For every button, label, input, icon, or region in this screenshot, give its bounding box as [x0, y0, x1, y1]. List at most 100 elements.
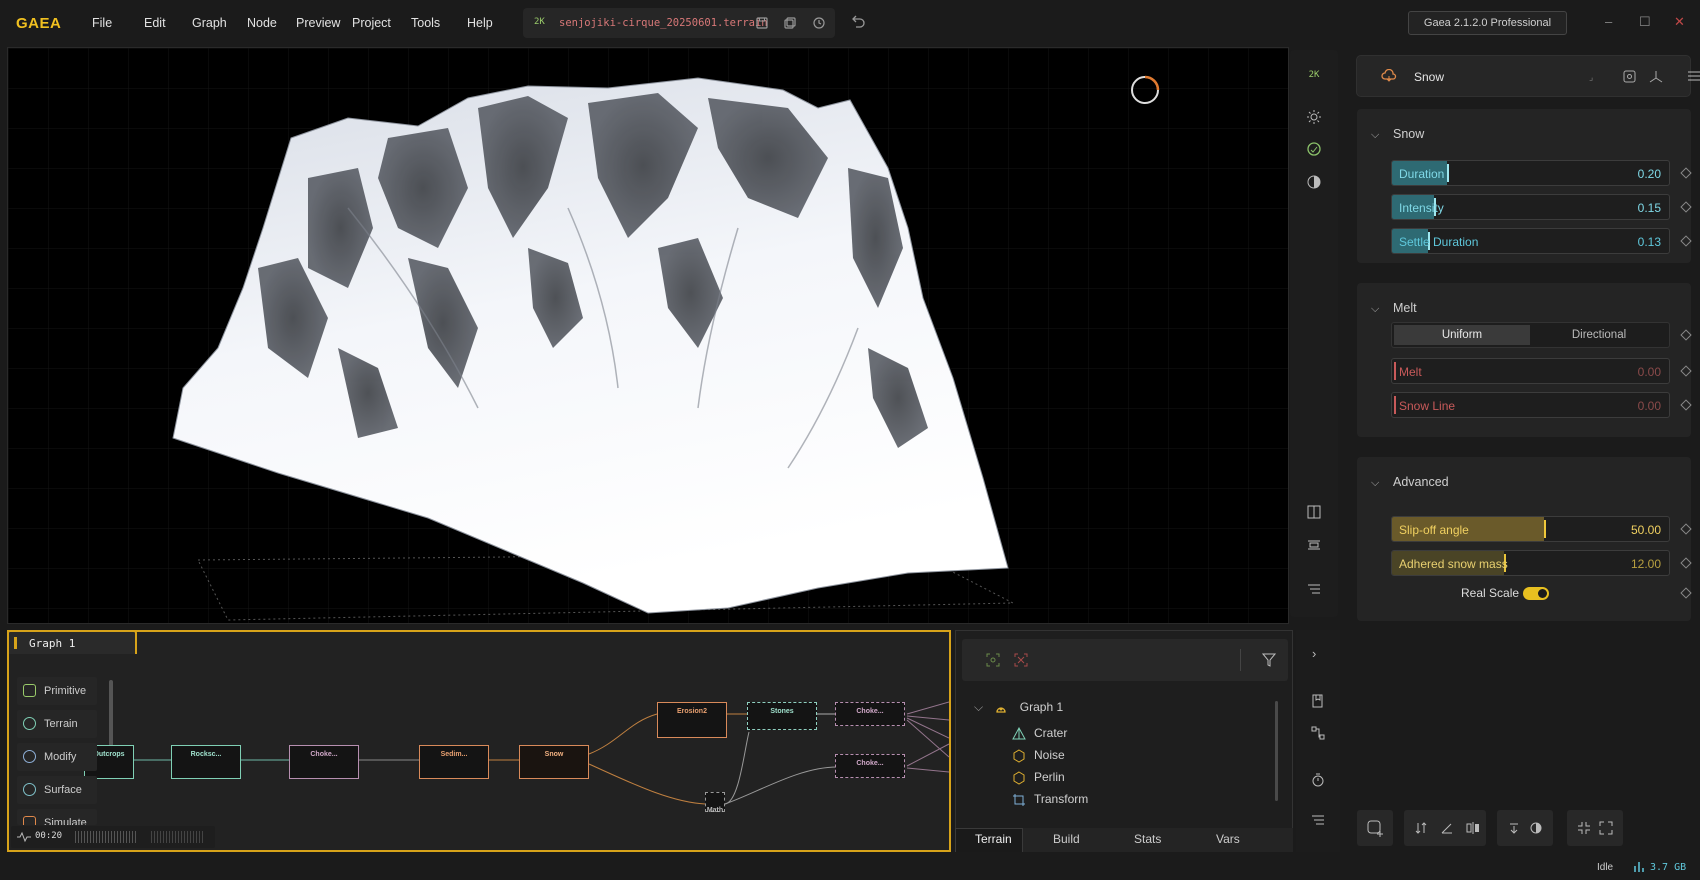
- node-erosion2[interactable]: Erosion2: [657, 702, 727, 738]
- palette-surface[interactable]: Surface: [17, 776, 97, 804]
- preview-node-icon[interactable]: [1623, 70, 1636, 86]
- tab-terrain[interactable]: Terrain: [975, 832, 1012, 846]
- graph-layout-icon[interactable]: [1311, 726, 1325, 743]
- copy-icon[interactable]: [783, 16, 797, 30]
- resolution-toggle[interactable]: 2K: [1305, 66, 1323, 84]
- mask-down-icon[interactable]: [1507, 821, 1521, 838]
- duration-value[interactable]: 0.20: [1638, 167, 1661, 181]
- palette-primitive[interactable]: Primitive: [17, 677, 97, 705]
- advanced-group-header[interactable]: ⌵ Advanced: [1371, 475, 1449, 490]
- node-sediment[interactable]: Sedim...: [419, 745, 489, 779]
- melt-group-header[interactable]: ⌵ Melt: [1371, 301, 1417, 316]
- graph-editor[interactable]: Outcrops Rocksc... Choke... Sedim... Sno…: [7, 630, 951, 852]
- menu-tools[interactable]: Tools: [411, 16, 467, 30]
- snow-group-header[interactable]: ⌵ Snow: [1371, 127, 1424, 142]
- bounds-icon[interactable]: [1305, 536, 1323, 554]
- menu-graph[interactable]: Graph: [192, 16, 247, 30]
- node-choke-3[interactable]: Choke...: [835, 754, 905, 778]
- history-icon[interactable]: [812, 16, 826, 30]
- adhered-snow-mass-value[interactable]: 12.00: [1631, 557, 1661, 571]
- mask-contrast-icon[interactable]: [1529, 821, 1543, 838]
- node-choke-1[interactable]: Choke...: [289, 745, 359, 779]
- melt-mode-uniform[interactable]: Uniform: [1394, 325, 1530, 345]
- melt-slider[interactable]: Melt 0.00: [1391, 358, 1670, 384]
- real-scale-keyframe-icon[interactable]: [1680, 587, 1692, 599]
- snow-line-slider[interactable]: Snow Line 0.00: [1391, 392, 1670, 418]
- menu-project[interactable]: Project: [352, 16, 411, 30]
- tree-item-transform[interactable]: Transform: [1012, 792, 1088, 807]
- outliner-scrollbar[interactable]: [1275, 701, 1278, 801]
- panel-menu-icon[interactable]: [1687, 70, 1700, 85]
- frame-icon[interactable]: [1014, 653, 1028, 670]
- tree-root[interactable]: ⌵ Graph 1: [974, 700, 1063, 715]
- palette-simulate[interactable]: Simulate: [17, 809, 97, 825]
- close-icon[interactable]: ✕: [1674, 14, 1685, 30]
- chevron-right-icon[interactable]: ›: [1312, 646, 1316, 661]
- viewport-menu-icon[interactable]: [1305, 580, 1323, 598]
- menu-file[interactable]: File: [92, 16, 144, 30]
- contrast-icon[interactable]: [1305, 173, 1323, 191]
- rename-corner-icon[interactable]: ⌟: [1589, 72, 1593, 83]
- intensity-slider[interactable]: Intensity 0.15: [1391, 194, 1670, 220]
- add-node-button[interactable]: [1357, 810, 1393, 846]
- menu-node[interactable]: Node: [247, 16, 296, 30]
- settle-duration-value[interactable]: 0.13: [1638, 235, 1661, 249]
- slip-off-angle-value[interactable]: 50.00: [1631, 523, 1661, 537]
- axis-icon[interactable]: [1649, 70, 1663, 87]
- snow-line-value[interactable]: 0.00: [1638, 399, 1661, 413]
- melt-value[interactable]: 0.00: [1638, 365, 1661, 379]
- node-stones[interactable]: Stones: [747, 702, 817, 730]
- split-view-icon[interactable]: [1305, 503, 1323, 521]
- mirror-icon[interactable]: [1466, 821, 1480, 838]
- filter-icon[interactable]: [1261, 653, 1277, 670]
- tab-stats[interactable]: Stats: [1134, 832, 1161, 846]
- duration-keyframe-icon[interactable]: [1680, 167, 1692, 179]
- settle-duration-slider[interactable]: Settle Duration 0.13: [1391, 228, 1670, 254]
- tab-graph-1[interactable]: Graph 1: [7, 630, 137, 654]
- adhered-keyframe-icon[interactable]: [1680, 557, 1692, 569]
- tree-item-crater[interactable]: Crater: [1012, 726, 1067, 741]
- version-label[interactable]: Gaea 2.1.2.0 Professional: [1408, 11, 1567, 35]
- slip-off-keyframe-icon[interactable]: [1680, 523, 1692, 535]
- adhered-snow-mass-slider[interactable]: Adhered snow mass 12.00: [1391, 550, 1670, 576]
- snow-line-keyframe-icon[interactable]: [1680, 399, 1692, 411]
- tree-item-noise[interactable]: Noise: [1012, 748, 1065, 763]
- tab-build[interactable]: Build: [1053, 832, 1080, 846]
- graph-menu-icon[interactable]: [1311, 814, 1325, 829]
- minimize-icon[interactable]: –: [1605, 14, 1612, 29]
- real-scale-toggle[interactable]: [1523, 587, 1549, 600]
- palette-modify[interactable]: Modify: [17, 743, 97, 771]
- fullscreen-icon[interactable]: [1599, 821, 1613, 838]
- select-icon[interactable]: [986, 653, 1000, 670]
- tree-item-perlin[interactable]: Perlin: [1012, 770, 1065, 785]
- lighting-icon[interactable]: [1305, 108, 1323, 126]
- node-name[interactable]: Snow: [1414, 70, 1444, 84]
- menu-help[interactable]: Help: [467, 16, 507, 30]
- duration-slider[interactable]: Duration 0.20: [1391, 160, 1670, 186]
- tab-vars[interactable]: Vars: [1216, 832, 1240, 846]
- node-rockscape[interactable]: Rocksc...: [171, 745, 241, 779]
- menu-preview[interactable]: Preview: [296, 16, 352, 30]
- node-choke-2[interactable]: Choke...: [835, 702, 905, 726]
- render-mode-icon[interactable]: [1305, 140, 1323, 158]
- intensity-keyframe-icon[interactable]: [1680, 201, 1692, 213]
- palette-terrain[interactable]: Terrain: [17, 710, 97, 738]
- melt-mode-directional[interactable]: Directional: [1531, 325, 1667, 345]
- bookmark-icon[interactable]: [1311, 694, 1325, 711]
- menu-edit[interactable]: Edit: [144, 16, 192, 30]
- terrain-viewport[interactable]: [7, 47, 1289, 624]
- flip-icon[interactable]: [1414, 821, 1428, 838]
- maximize-icon[interactable]: ☐: [1639, 14, 1651, 30]
- undo-icon[interactable]: [850, 15, 866, 32]
- node-snow[interactable]: Snow: [519, 745, 589, 779]
- timer-settings-icon[interactable]: [1311, 773, 1325, 790]
- slip-off-angle-slider[interactable]: Slip-off angle 50.00: [1391, 516, 1670, 542]
- collapse-icon[interactable]: [1577, 821, 1591, 838]
- settle-keyframe-icon[interactable]: [1680, 235, 1692, 247]
- melt-mode-keyframe-icon[interactable]: [1680, 329, 1692, 341]
- angle-icon[interactable]: [1440, 821, 1454, 838]
- save-icon[interactable]: [755, 16, 769, 30]
- melt-keyframe-icon[interactable]: [1680, 365, 1692, 377]
- node-math[interactable]: Math: [705, 792, 725, 814]
- intensity-value[interactable]: 0.15: [1638, 201, 1661, 215]
